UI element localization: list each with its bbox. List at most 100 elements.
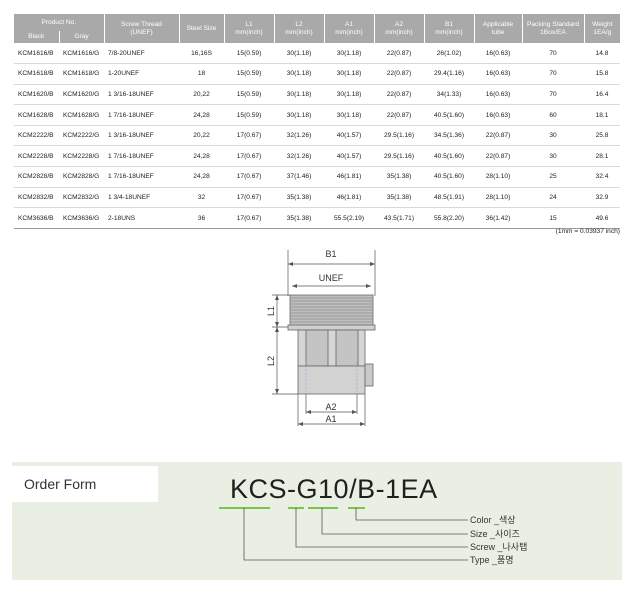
- table-cell: 18: [179, 63, 225, 85]
- label-a1: A1: [325, 414, 336, 424]
- table-cell: 15(0.59): [224, 43, 275, 65]
- table-cell: 15: [522, 207, 585, 229]
- label-l1: L1: [266, 306, 276, 316]
- table-cell: KCM1620/G: [59, 84, 105, 106]
- table-row: KCM1616/B KCM1616/G 7/8-20UNEF 16,16S 15(0.5…: [14, 43, 621, 65]
- table-cell: 35(1.38): [274, 187, 325, 209]
- table-cell: KCM2832/B: [14, 187, 59, 209]
- table-cell: 17(0.67): [224, 166, 275, 188]
- table-cell: 40.5(1.60): [424, 145, 475, 168]
- table-cell: 25.8: [584, 125, 621, 147]
- table-cell: 18.1: [584, 104, 621, 126]
- table-row: KCM1620/B KCM1620/G 1 3/16-18UNEF 20,22 15(0…: [14, 84, 621, 106]
- table-cell: KCM2228/G: [59, 145, 105, 168]
- table-cell: 34.5(1.36): [424, 125, 475, 147]
- table-cell: 15.8: [584, 63, 621, 85]
- table-cell: 15(0.59): [224, 104, 275, 126]
- table-cell: 16(0.63): [474, 104, 523, 126]
- table-cell: 30: [522, 145, 585, 168]
- table-cell: 35(1.38): [374, 166, 425, 188]
- col-header-gray: Gray: [58, 31, 105, 43]
- table-cell: 29.5(1.16): [374, 125, 425, 147]
- table-row: KCM1618/B KCM1618/G 1-20UNEF 18 15(0.59) 30(1…: [14, 63, 621, 85]
- table-cell: 16.4: [584, 84, 621, 106]
- table-cell: 30(1.18): [324, 43, 375, 65]
- table-cell: 55.8(2.20): [424, 207, 475, 229]
- table-cell: 70: [522, 84, 585, 106]
- table-cell: KCM1628/G: [59, 104, 105, 126]
- label-a2: A2: [325, 402, 336, 412]
- col-header-steel-size: Steel Size: [178, 14, 225, 43]
- table-cell: 24: [522, 187, 585, 209]
- label-b1: B1: [325, 249, 336, 259]
- table-cell: 40.5(1.60): [424, 104, 475, 126]
- table-cell: 40(1.57): [324, 145, 375, 168]
- table-row: KCM2222/B KCM2222/G 1 3/16-18UNEF 20,22 17(0…: [14, 125, 621, 147]
- table-cell: 30(1.18): [324, 84, 375, 106]
- table-cell: 1 3/4-18UNEF: [104, 187, 180, 209]
- table-cell: 32: [179, 187, 225, 209]
- table-cell: 16,16S: [179, 43, 225, 65]
- table-cell: 32(1.26): [274, 145, 325, 168]
- legend-color: Color _색상: [470, 515, 516, 525]
- table-cell: KCM2228/B: [14, 145, 59, 168]
- leader-lines: [243, 508, 468, 561]
- table-cell: KCM1616/B: [14, 43, 59, 65]
- table-cell: 2-18UNS: [104, 207, 180, 229]
- table-cell: 30(1.18): [274, 43, 325, 65]
- table-cell: KCM1620/B: [14, 84, 59, 106]
- table-cell: 30(1.18): [274, 104, 325, 126]
- order-leader-lines: [219, 507, 468, 561]
- table-cell: 15(0.59): [224, 63, 275, 85]
- table-cell: 40.5(1.60): [424, 166, 475, 188]
- table-cell: KCM2222/G: [59, 125, 105, 147]
- connector-drawing: B1 UNEF L1 L2 A2 A1: [266, 249, 376, 426]
- table-cell: 60: [522, 104, 585, 126]
- legend-screw: Screw _나사탭: [470, 542, 528, 552]
- col-header-a2: A2 mm(inch): [373, 14, 425, 43]
- col-header-packing-standard: Packing Standard 1Box/EA: [521, 14, 585, 43]
- table-cell: 29.4(1.16): [424, 63, 475, 85]
- table-cell: 28(1.10): [474, 187, 523, 209]
- table-cell: 35(1.38): [374, 187, 425, 209]
- table-cell: 20,22: [179, 125, 225, 147]
- table-cell: 20,22: [179, 84, 225, 106]
- col-header-screw-thread: Screw Thread (UNEF): [103, 14, 180, 43]
- legend-type: Type _품명: [470, 555, 514, 565]
- table-cell: 1-20UNEF: [104, 63, 180, 85]
- col-header-a1: A1 mm(inch): [323, 14, 375, 43]
- table-cell: 22(0.87): [374, 104, 425, 126]
- table-cell: 36(1.42): [474, 207, 523, 229]
- order-form-panel: Order Form KCS-G10/B-1EA Color _색상 Size …: [12, 462, 622, 580]
- table-cell: 7/8-20UNEF: [104, 43, 180, 65]
- table-cell: 17(0.67): [224, 145, 275, 168]
- table-cell: 16(0.63): [474, 84, 523, 106]
- table-cell: 17(0.67): [224, 125, 275, 147]
- table-cell: 24,28: [179, 166, 225, 188]
- col-header-weight: Weight 1EA/g: [583, 14, 621, 43]
- table-cell: 1 7/16-18UNEF: [104, 104, 180, 126]
- table-row: KCM3636/B KCM3636/G 2-18UNS 36 17(0.67) 35(1.…: [14, 207, 621, 229]
- table-cell: KCM2828/G: [59, 166, 105, 188]
- spec-table: Product No. Screw Thread (UNEF) Steel Siz…: [14, 14, 621, 229]
- col-header-black: Black: [14, 31, 59, 43]
- table-cell: 30: [522, 125, 585, 147]
- table-cell: KCM1628/B: [14, 104, 59, 126]
- table-cell: 30(1.18): [324, 63, 375, 85]
- legend-size: Size _사이즈: [470, 529, 520, 539]
- table-cell: 49.6: [584, 207, 621, 229]
- table-cell: 16(0.63): [474, 43, 523, 65]
- table-cell: 26(1.02): [424, 43, 475, 65]
- table-cell: 70: [522, 43, 585, 65]
- table-cell: 30(1.18): [324, 104, 375, 126]
- table-cell: KCM2832/G: [59, 187, 105, 209]
- table-cell: 22(0.87): [374, 84, 425, 106]
- table-cell: 30(1.18): [274, 84, 325, 106]
- fitting-body: [287, 294, 376, 395]
- label-unef: UNEF: [319, 273, 344, 283]
- table-cell: 1 7/16-18UNEF: [104, 166, 180, 188]
- table-cell: 35(1.38): [274, 207, 325, 229]
- table-cell: KCM2828/B: [14, 166, 59, 188]
- table-cell: 15(0.59): [224, 84, 275, 106]
- table-cell: 34(1.33): [424, 84, 475, 106]
